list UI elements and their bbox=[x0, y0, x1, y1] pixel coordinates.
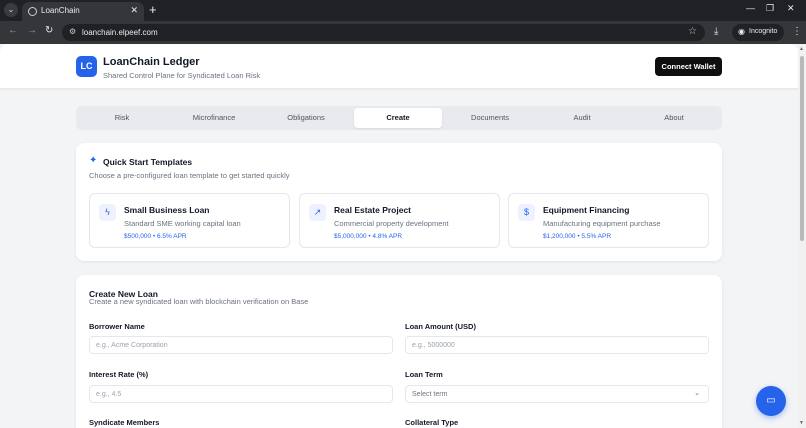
reload-icon[interactable]: ↻ bbox=[45, 25, 53, 36]
template-meta: $500,000 • 6.5% APR bbox=[124, 233, 187, 240]
plus-icon[interactable]: + bbox=[149, 2, 157, 17]
app-header: LC LoanChain Ledger Shared Control Plane… bbox=[0, 44, 798, 89]
tab-audit[interactable]: Audit bbox=[538, 108, 626, 128]
main-tabs: Risk Microfinance Obligations Create Doc… bbox=[76, 106, 722, 130]
lightning-icon: ϟ bbox=[99, 204, 116, 221]
app-subtitle: Shared Control Plane for Syndicated Loan… bbox=[103, 71, 261, 80]
restore-icon[interactable]: ❐ bbox=[766, 3, 774, 14]
template-description: Standard SME working capital loan bbox=[124, 219, 241, 228]
sparkles-icon: ✦ bbox=[89, 155, 98, 166]
tab-about[interactable]: About bbox=[630, 108, 718, 128]
loan-amount-placeholder: e.g., 5000000 bbox=[412, 342, 455, 349]
address-bar[interactable]: ⚙ loanchain.elpeef.com ☆ bbox=[62, 24, 705, 41]
download-icon[interactable]: ⤓ bbox=[714, 26, 718, 37]
scrollbar-thumb[interactable] bbox=[800, 56, 804, 241]
browser-toolbar: ← → ↻ ⚙ loanchain.elpeef.com ☆ bbox=[0, 21, 806, 44]
tab-documents[interactable]: Documents bbox=[446, 108, 534, 128]
browser-tabbar: ⌄ LoanChain ✕ + — ❐ ✕ bbox=[0, 0, 806, 21]
chat-button[interactable]: ▭ bbox=[756, 386, 786, 416]
template-description: Commercial property development bbox=[334, 219, 449, 228]
url-text[interactable]: loanchain.elpeef.com bbox=[82, 28, 158, 37]
interest-rate-input[interactable]: e.g., 4.5 bbox=[89, 385, 393, 403]
interest-rate-label: Interest Rate (%) bbox=[89, 370, 149, 379]
template-equipment[interactable]: $ Equipment Financing Manufacturing equi… bbox=[508, 193, 709, 248]
template-title: Equipment Financing bbox=[543, 205, 630, 215]
incognito-label: Incognito bbox=[749, 28, 778, 35]
template-meta: $5,000,000 • 4.8% APR bbox=[334, 233, 403, 240]
incognito-icon: ◉ bbox=[738, 27, 745, 36]
quick-start-title: Quick Start Templates bbox=[103, 157, 193, 167]
chat-icon: ▭ bbox=[766, 395, 776, 406]
incognito-badge[interactable]: ◉ Incognito bbox=[732, 24, 784, 41]
trending-up-icon: ↗ bbox=[309, 204, 326, 221]
syndicate-members-label: Syndicate Members bbox=[89, 418, 160, 427]
template-description: Manufacturing equipment purchase bbox=[543, 219, 661, 228]
arrow-left-icon[interactable]: ← bbox=[8, 25, 18, 36]
quick-start-subtitle: Choose a pre-configured loan template to… bbox=[89, 171, 290, 180]
tune-icon[interactable]: ⚙ bbox=[69, 27, 76, 36]
tab-risk[interactable]: Risk bbox=[78, 108, 166, 128]
globe-icon bbox=[28, 7, 37, 16]
dollar-icon: $ bbox=[518, 204, 535, 221]
app-title: LoanChain Ledger bbox=[103, 56, 200, 68]
chevron-down-icon[interactable]: ⌄ bbox=[4, 3, 18, 17]
close-icon[interactable]: ✕ bbox=[130, 5, 138, 16]
quick-start-card: ✦ Quick Start Templates Choose a pre-con… bbox=[76, 143, 722, 261]
loan-term-value: Select term bbox=[412, 391, 448, 398]
collateral-type-label: Collateral Type bbox=[405, 418, 459, 427]
interest-rate-placeholder: e.g., 4.5 bbox=[96, 391, 122, 398]
tab-obligations[interactable]: Obligations bbox=[262, 108, 350, 128]
loan-amount-input[interactable]: e.g., 5000000 bbox=[405, 336, 709, 354]
tab-microfinance[interactable]: Microfinance bbox=[170, 108, 258, 128]
loan-amount-label: Loan Amount (USD) bbox=[405, 322, 476, 331]
tab-create[interactable]: Create bbox=[354, 108, 442, 128]
page: LC LoanChain Ledger Shared Control Plane… bbox=[0, 44, 806, 428]
borrower-name-input[interactable]: e.g., Acme Corporation bbox=[89, 336, 393, 354]
app-logo: LC bbox=[76, 56, 97, 77]
borrower-name-placeholder: e.g., Acme Corporation bbox=[96, 342, 168, 349]
tab-title: LoanChain bbox=[41, 6, 80, 15]
form-subtitle: Create a new syndicated loan with blockc… bbox=[89, 297, 309, 306]
connect-wallet-button[interactable]: Connect Wallet bbox=[655, 57, 722, 76]
borrower-name-label: Borrower Name bbox=[89, 322, 145, 331]
scroll-down-icon[interactable]: ▼ bbox=[799, 420, 804, 426]
template-meta: $1,200,000 • 5.5% APR bbox=[543, 233, 612, 240]
template-title: Real Estate Project bbox=[334, 205, 412, 215]
kebab-icon[interactable]: ⋮ bbox=[792, 26, 802, 37]
create-loan-card: Create New Loan Create a new syndicated … bbox=[76, 275, 722, 428]
loan-term-select[interactable]: Select term ⌄ bbox=[405, 385, 709, 403]
template-real-estate[interactable]: ↗ Real Estate Project Commercial propert… bbox=[299, 193, 500, 248]
loan-term-label: Loan Term bbox=[405, 370, 443, 379]
star-icon[interactable]: ☆ bbox=[688, 26, 697, 37]
template-small-business[interactable]: ϟ Small Business Loan Standard SME worki… bbox=[89, 193, 290, 248]
minimize-icon[interactable]: — bbox=[746, 3, 755, 13]
scroll-up-icon[interactable]: ▲ bbox=[799, 46, 804, 52]
chevron-down-icon: ⌄ bbox=[694, 390, 700, 397]
arrow-right-icon[interactable]: → bbox=[27, 25, 37, 36]
browser-tab[interactable]: LoanChain ✕ bbox=[22, 2, 144, 21]
template-title: Small Business Loan bbox=[124, 205, 210, 215]
close-window-icon[interactable]: ✕ bbox=[787, 3, 795, 14]
